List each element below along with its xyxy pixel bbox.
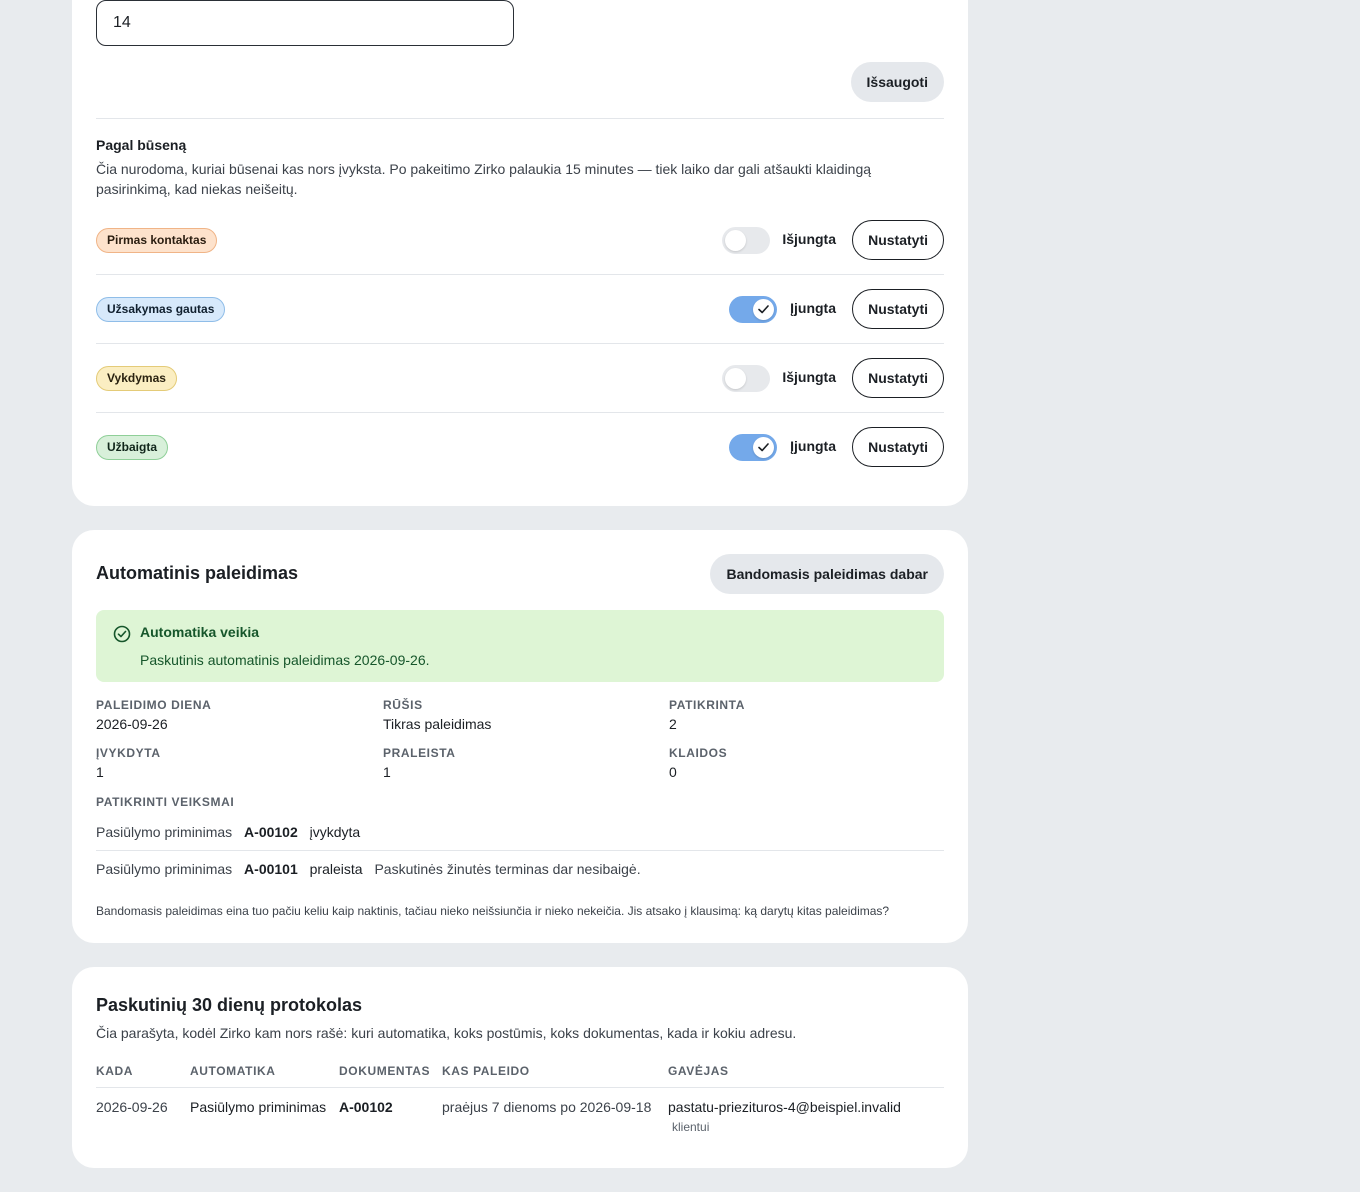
status-row: Vykdymas Išjungta Nustatyti (96, 344, 944, 413)
column-header-when: KADA (96, 1064, 134, 1078)
status-badge: Užbaigta (96, 435, 169, 460)
stat-checked: PATIKRINTA 2 (669, 698, 745, 732)
list-item: Pasiūlymo priminimas A-00101 praleista P… (96, 861, 944, 877)
status-row: Užbaigta Įjungta Nustatyti (96, 413, 944, 482)
interval-input[interactable] (96, 0, 514, 46)
stat-value: 1 (96, 764, 104, 780)
column-header-recipient: GAVĖJAS (668, 1064, 729, 1078)
divider (96, 118, 944, 119)
status-toggle[interactable] (729, 434, 777, 461)
protocol-card: Paskutinių 30 dienų protokolas Čia paraš… (72, 967, 968, 1168)
card-title: Paskutinių 30 dienų protokolas (96, 995, 363, 1015)
stat-label: PALEIDIMO DIENA (96, 698, 212, 712)
status-toggle[interactable] (722, 227, 770, 254)
status-alert: Automatika veikia Paskutinis automatinis… (96, 610, 944, 682)
stat-label: PATIKRINTA (669, 698, 745, 712)
cell-document: A-00102 (339, 1099, 393, 1115)
section-description: Čia parašyta, kodėl Zirko kam nors rašė:… (96, 1025, 797, 1041)
list-item: Pasiūlymo priminimas A-00102 įvykdyta (96, 824, 944, 840)
action-note: Paskutinės žinutės terminas dar nesibaig… (374, 861, 641, 877)
toggle-state-label: Išjungta (782, 369, 836, 385)
cell-automation: Pasiūlymo priminimas (190, 1099, 327, 1115)
action-document: A-00101 (244, 861, 298, 877)
recipient-role: klientui (672, 1120, 710, 1134)
status-row: Pirmas kontaktas Išjungta Nustatyti (96, 206, 944, 275)
column-header-document: DOKUMENTAS (339, 1064, 431, 1078)
stat-label: KLAIDOS (669, 746, 728, 760)
toggle-knob (753, 299, 774, 320)
status-toggle[interactable] (729, 296, 777, 323)
action-type: Pasiūlymo priminimas (96, 824, 233, 840)
footnote: Bandomasis paleidimas eina tuo pačiu kel… (96, 904, 890, 918)
stat-label: PRALEISTA (383, 746, 456, 760)
configure-button[interactable]: Nustatyti (852, 427, 944, 467)
save-button[interactable]: Išsaugoti (850, 62, 944, 102)
status-row: Užsakymas gautas Įjungta Nustatyti (96, 275, 944, 344)
stat-label: ĮVYKDYTA (96, 746, 161, 760)
toggle-state-label: Įjungta (790, 300, 836, 316)
configure-button[interactable]: Nustatyti (852, 220, 944, 260)
check-icon (758, 305, 769, 314)
action-status: praleista (309, 861, 363, 877)
action-type: Pasiūlymo priminimas (96, 861, 233, 877)
cell-when: 2026-09-26 (96, 1099, 168, 1115)
stat-value: 2 (669, 716, 677, 732)
column-header-automation: AUTOMATIKA (190, 1064, 276, 1078)
toggle-state-label: Įjungta (790, 438, 836, 454)
divider (96, 1087, 944, 1088)
status-badge: Vykdymas (96, 366, 177, 391)
card-title: Automatinis paleidimas (96, 563, 299, 583)
stat-skipped: PRALEISTA 1 (383, 746, 456, 780)
stat-value: Tikras paleidimas (383, 716, 492, 732)
check-circle-icon (113, 625, 131, 643)
action-status: įvykdyta (309, 824, 361, 840)
stat-value: 0 (669, 764, 677, 780)
auto-run-card: Automatinis paleidimas Bandomasis paleid… (72, 530, 968, 943)
stat-label: RŪŠIS (383, 698, 423, 712)
action-document: A-00102 (244, 824, 298, 840)
section-description: Čia nurodoma, kuriai būsenai kas nors įv… (96, 161, 872, 197)
stat-errors: KLAIDOS 0 (669, 746, 727, 780)
toggle-knob (725, 368, 746, 389)
cell-recipient: pastatu-priezituros-4@beispiel.invalid k… (668, 1097, 948, 1137)
alert-title: Automatika veikia (140, 624, 260, 640)
recipient-email: pastatu-priezituros-4@beispiel.invalid (668, 1099, 901, 1115)
status-badge: Užsakymas gautas (96, 297, 226, 322)
toggle-state-label: Išjungta (782, 231, 836, 247)
status-toggle[interactable] (722, 365, 770, 392)
status-badge: Pirmas kontaktas (96, 228, 218, 253)
stat-done: ĮVYKDYTA 1 (96, 746, 161, 780)
configure-button[interactable]: Nustatyti (852, 289, 944, 329)
stat-kind: RŪŠIS Tikras paleidimas (383, 698, 491, 732)
check-icon (758, 443, 769, 452)
stat-run-day: PALEIDIMO DIENA 2026-09-26 (96, 698, 211, 732)
test-run-button[interactable]: Bandomasis paleidimas dabar (710, 554, 944, 594)
status-settings-card: Išsaugoti Pagal būseną Čia nurodoma, kur… (72, 0, 968, 506)
alert-text: Paskutinis automatinis paleidimas 2026-0… (140, 652, 430, 668)
cell-trigger: praėjus 7 dienoms po 2026-09-18 (442, 1099, 652, 1115)
configure-button[interactable]: Nustatyti (852, 358, 944, 398)
stat-value: 2026-09-26 (96, 716, 168, 732)
checked-actions-title: PATIKRINTI VEIKSMAI (96, 795, 235, 809)
divider (96, 850, 944, 851)
column-header-trigger: KAS PALEIDO (442, 1064, 530, 1078)
toggle-knob (725, 230, 746, 251)
toggle-knob (753, 437, 774, 458)
stat-value: 1 (383, 764, 391, 780)
section-title: Pagal būseną (96, 137, 187, 153)
